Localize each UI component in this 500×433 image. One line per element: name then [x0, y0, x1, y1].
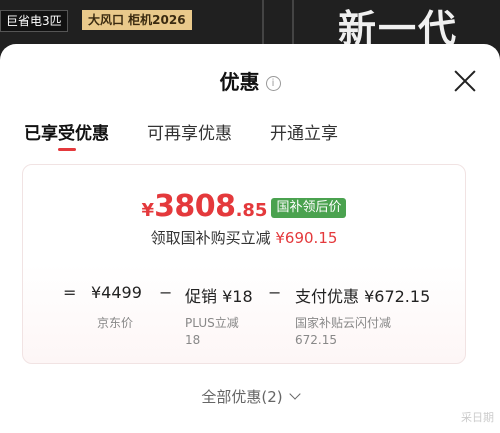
- payment-desc-line2: 672.15: [295, 333, 337, 347]
- minus-sign: −: [159, 283, 173, 302]
- watermark: 采日期: [461, 411, 494, 424]
- subsidy-amount: ¥690.15: [275, 229, 338, 247]
- promo-desc-line1: PLUS立减: [185, 316, 239, 330]
- banner-tag-right: 大风口 柜机2026: [82, 10, 192, 30]
- price-decimal: .85: [235, 200, 268, 221]
- base-price: ¥4499: [91, 283, 142, 302]
- payment-discount: 支付优惠 ¥672.15: [295, 287, 431, 306]
- payment-desc-line1: 国家补贴云闪付减: [295, 316, 392, 330]
- all-deals-toggle[interactable]: 全部优惠(2): [0, 386, 500, 407]
- subsidy-label: 领取国补购买立减: [150, 229, 271, 247]
- promo-desc-line2: 18: [185, 333, 201, 347]
- promo-amount: 促销 ¥18: [185, 287, 253, 306]
- minus-sign: −: [268, 283, 282, 302]
- info-icon[interactable]: i: [265, 76, 281, 91]
- price-currency: ¥: [141, 200, 155, 221]
- price-calculation: = ¥4499 京东价 − 促销 ¥18 PLUS立减 18 − 支付优惠 ¥6…: [23, 283, 465, 353]
- sheet-title: 优惠 i: [0, 66, 500, 95]
- base-price-desc: 京东价: [97, 316, 134, 330]
- tab-enjoyed[interactable]: 已享受优惠: [24, 119, 109, 144]
- payment-discount-desc: 国家补贴云闪付减 672.15: [295, 315, 391, 349]
- subsidy-badge: 国补领后价: [271, 198, 347, 218]
- tab-activate[interactable]: 开通立享: [270, 119, 338, 144]
- all-deals-label: 全部优惠(2): [201, 388, 283, 406]
- final-price-row: ¥3808.85 国补领后价: [23, 189, 465, 224]
- price-integer: 3808: [154, 189, 236, 224]
- subsidy-line: 领取国补购买立减 ¥690.15: [23, 227, 465, 248]
- equals-sign: =: [63, 283, 77, 302]
- discount-sheet: 优惠 i 已享受优惠 可再享优惠 开通立享 ¥3808.85 国补领后价 领取国补购…: [0, 44, 500, 433]
- close-icon[interactable]: [454, 70, 476, 92]
- tab-more-available[interactable]: 可再享优惠: [147, 119, 232, 144]
- banner-tag-left: 巨省电3匹: [0, 10, 68, 32]
- price-breakdown-card: ¥3808.85 国补领后价 领取国补购买立减 ¥690.15 = ¥4499 京…: [22, 164, 466, 364]
- final-price: ¥3808.85: [141, 189, 268, 224]
- active-tab-indicator: [58, 148, 76, 151]
- promo-desc: PLUS立减 18: [185, 315, 239, 349]
- chevron-down-icon: [288, 388, 301, 400]
- sheet-title-text: 优惠: [219, 70, 260, 94]
